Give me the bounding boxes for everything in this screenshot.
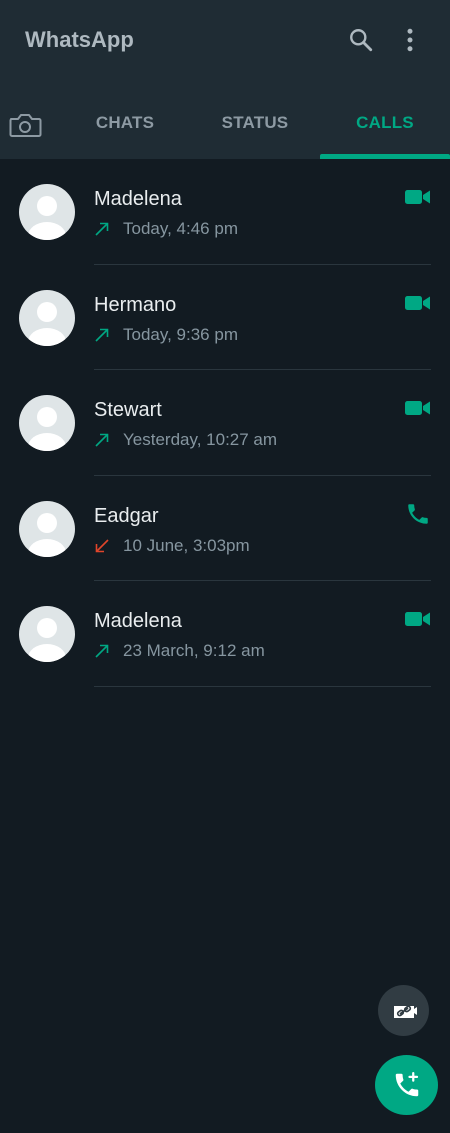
link-icon (393, 1005, 417, 1018)
avatar[interactable] (19, 606, 75, 662)
default-avatar-icon (28, 301, 66, 346)
tab-chats[interactable]: CHATS (60, 104, 190, 142)
tab-camera[interactable] (0, 104, 50, 146)
default-avatar-icon (28, 407, 66, 451)
call-back-button[interactable] (405, 186, 431, 208)
call-meta: 10 June, 3:03pm (94, 535, 250, 557)
call-back-button[interactable] (405, 503, 431, 525)
tab-status[interactable]: STATUS (190, 104, 320, 142)
phone-icon (408, 503, 428, 524)
videocam-icon (405, 295, 430, 310)
search-icon (350, 29, 373, 52)
call-back-button[interactable] (405, 397, 431, 419)
contact-name: Madelena (94, 610, 182, 632)
call-direction (94, 535, 116, 557)
call-meta: Today, 9:36 pm (94, 324, 238, 346)
call-time: 10 June, 3:03pm (123, 535, 250, 555)
call-direction (94, 218, 116, 240)
call-made-icon (95, 433, 109, 447)
search-button[interactable] (346, 25, 376, 55)
avatar[interactable] (19, 184, 75, 240)
call-time: 23 March, 9:12 am (123, 641, 265, 660)
call-log-row[interactable]: Stewart Yesterday, 10:27 am (0, 370, 450, 476)
avatar[interactable] (19, 500, 75, 557)
add-call-icon (395, 1072, 418, 1097)
more-vert-icon (407, 28, 413, 52)
app-title: WhatsApp (25, 27, 134, 52)
call-made-icon (95, 328, 109, 342)
call-received-icon (95, 538, 109, 552)
call-back-button[interactable] (405, 292, 431, 314)
contact-name: Madelena (94, 188, 182, 210)
more-options-button[interactable] (395, 25, 425, 55)
new-call-button[interactable] (375, 1055, 438, 1115)
app-bar: WhatsApp CHATS STATUS CALLS (0, 0, 450, 159)
avatar[interactable] (19, 289, 75, 346)
call-meta: Today, 4:46 pm (94, 218, 238, 240)
contact-name: Hermano (94, 293, 177, 316)
contact-name: Stewart (94, 399, 162, 421)
avatar[interactable] (19, 395, 75, 451)
tab-calls[interactable]: CALLS (320, 104, 450, 142)
call-log-row[interactable]: Hermano Today, 9:36 pm (0, 265, 450, 370)
videocam-icon (405, 190, 430, 204)
contact-name: Eadgar (94, 504, 159, 527)
call-log-list: Madelena Today, 4:46 pm Hermano Today, 9:36… (0, 159, 450, 687)
call-log-row[interactable]: Eadgar 10 June, 3:03pm (0, 476, 450, 581)
call-link-button[interactable] (378, 985, 429, 1036)
call-time: Today, 9:36 pm (123, 324, 238, 344)
videocam-icon (405, 401, 430, 415)
row-divider (94, 685, 431, 687)
call-back-button[interactable] (405, 608, 431, 630)
camera-icon (9, 114, 42, 137)
call-direction (94, 429, 116, 451)
call-time: Yesterday, 10:27 am (123, 430, 278, 449)
call-time: Today, 4:46 pm (123, 219, 238, 238)
call-direction (94, 640, 116, 662)
call-meta: Yesterday, 10:27 am (94, 429, 277, 451)
call-meta: 23 March, 9:12 am (94, 640, 265, 662)
call-made-icon (95, 644, 109, 658)
call-made-icon (95, 222, 109, 236)
videocam-icon (405, 612, 430, 626)
default-avatar-icon (28, 618, 66, 662)
call-direction (94, 324, 116, 346)
default-avatar-icon (28, 512, 66, 557)
call-log-row[interactable]: Madelena Today, 4:46 pm (0, 159, 450, 265)
default-avatar-icon (28, 196, 66, 240)
call-log-row[interactable]: Madelena 23 March, 9:12 am (0, 581, 450, 687)
